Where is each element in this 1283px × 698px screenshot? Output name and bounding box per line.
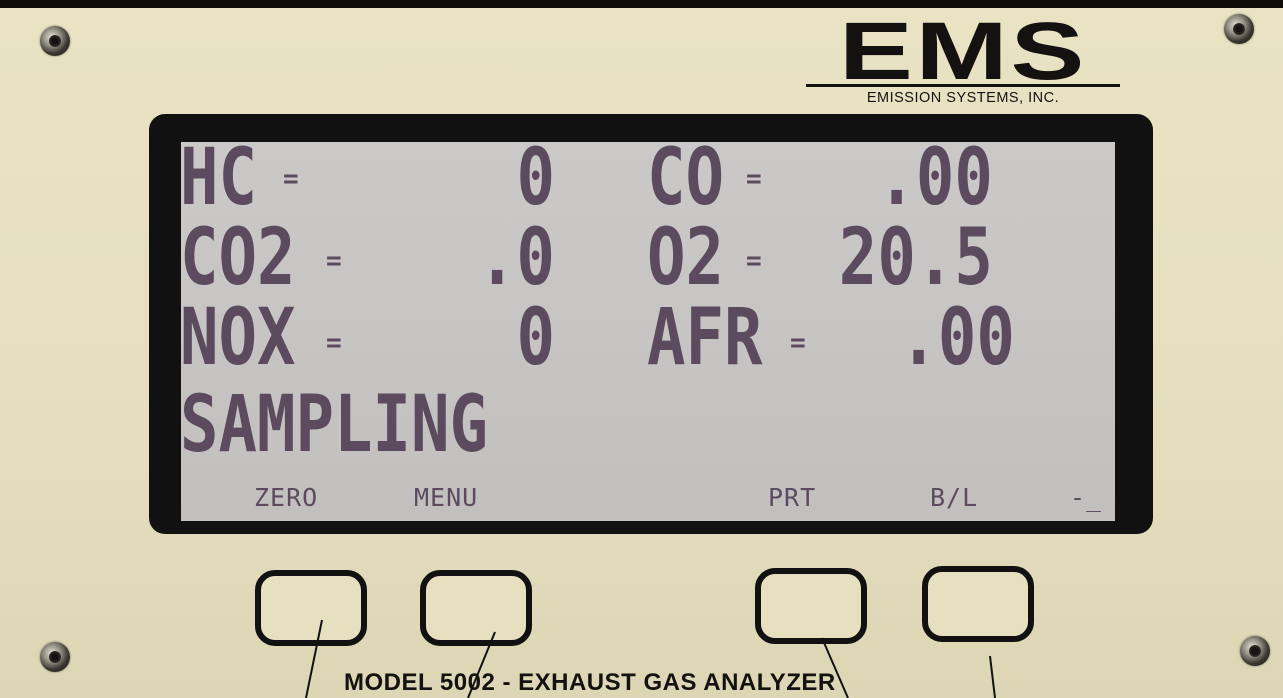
callout-line <box>305 619 323 698</box>
model-label: MODEL 5002 - EXHAUST GAS ANALYZER <box>344 669 836 696</box>
callout-line <box>989 655 996 698</box>
callout-lines <box>305 619 996 698</box>
